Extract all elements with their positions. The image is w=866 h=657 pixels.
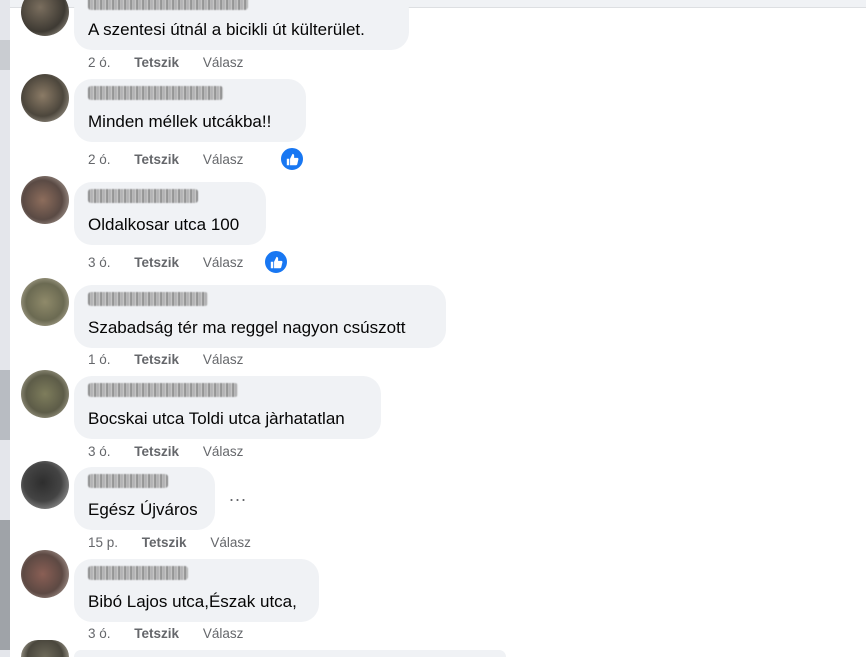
reply-button[interactable]: Válasz (203, 444, 244, 459)
reply-button[interactable]: Válasz (203, 55, 244, 70)
avatar[interactable] (21, 640, 69, 657)
comment-meta: 1 ó. Tetszik Válasz (88, 352, 243, 367)
comment-meta: 2 ó. Tetszik Válasz (88, 55, 243, 70)
reply-button[interactable]: Válasz (203, 352, 244, 367)
comment-text: Bocskai utca Toldi utca jàrhatatlan (88, 409, 345, 428)
comment-bubble: Szabadság tér ma reggel nagyon csúszott (74, 285, 446, 348)
comment-bubble: Minden méllek utcákba!! (74, 79, 306, 142)
reply-button[interactable]: Válasz (203, 626, 244, 641)
comment-meta: 3 ó. Tetszik Válasz (88, 444, 243, 459)
comment-time[interactable]: 3 ó. (88, 255, 111, 270)
more-options-icon[interactable]: ... (229, 485, 247, 506)
comment-text: Szabadság tér ma reggel nagyon csúszott (88, 318, 406, 337)
comment-time[interactable]: 2 ó. (88, 55, 111, 70)
comment-meta: 3 ó. Tetszik Válasz (88, 255, 243, 270)
like-button[interactable]: Tetszik (134, 55, 179, 70)
background-block (0, 370, 10, 440)
author-name[interactable] (88, 474, 168, 488)
comment-text: Minden méllek utcákba!! (88, 112, 272, 131)
comment-bubble: A szentesi útnál a bicikli út külterület… (74, 0, 409, 50)
author-name[interactable] (88, 383, 238, 397)
author-name[interactable] (88, 0, 248, 10)
like-button[interactable]: Tetszik (134, 152, 179, 167)
avatar[interactable] (21, 0, 69, 36)
comment-bubble: Oldalkosar utca 100 (74, 182, 266, 245)
avatar[interactable] (21, 74, 69, 122)
comment-text: Oldalkosar utca 100 (88, 215, 240, 234)
background-block (0, 520, 10, 650)
avatar[interactable] (21, 176, 69, 224)
comment-meta: 2 ó. Tetszik Válasz (88, 152, 243, 167)
author-name[interactable] (88, 86, 223, 100)
comment-time[interactable]: 3 ó. (88, 444, 111, 459)
left-background-strip (0, 0, 10, 657)
comment-bubble (74, 650, 506, 657)
like-button[interactable]: Tetszik (134, 352, 179, 367)
like-reaction-icon[interactable] (279, 146, 305, 172)
comment-bubble: Bibó Lajos utca,Észak utca, (74, 559, 319, 622)
like-reaction-icon[interactable] (263, 249, 289, 275)
author-name[interactable] (88, 292, 208, 306)
avatar[interactable] (21, 461, 69, 509)
like-button[interactable]: Tetszik (134, 255, 179, 270)
background-block (0, 40, 10, 70)
comment-time[interactable]: 1 ó. (88, 352, 111, 367)
comment-text: Egész Újváros (88, 500, 198, 519)
reply-button[interactable]: Válasz (210, 535, 251, 550)
like-button[interactable]: Tetszik (134, 444, 179, 459)
like-button[interactable]: Tetszik (142, 535, 187, 550)
author-name[interactable] (88, 189, 198, 203)
comment-bubble: Egész Újváros (74, 467, 215, 530)
like-button[interactable]: Tetszik (134, 626, 179, 641)
reply-button[interactable]: Válasz (203, 152, 244, 167)
comment-text: Bibó Lajos utca,Észak utca, (88, 592, 297, 611)
avatar[interactable] (21, 550, 69, 598)
avatar[interactable] (21, 278, 69, 326)
comment-bubble: Bocskai utca Toldi utca jàrhatatlan (74, 376, 381, 439)
comment-time[interactable]: 2 ó. (88, 152, 111, 167)
comment-meta: 15 p. Tetszik Válasz (88, 535, 251, 550)
comment-text: A szentesi útnál a bicikli út külterület… (88, 20, 365, 39)
author-name[interactable] (88, 566, 188, 580)
reply-button[interactable]: Válasz (203, 255, 244, 270)
comment-meta: 3 ó. Tetszik Válasz (88, 626, 243, 641)
avatar[interactable] (21, 370, 69, 418)
comment-time[interactable]: 15 p. (88, 535, 118, 550)
comment-time[interactable]: 3 ó. (88, 626, 111, 641)
